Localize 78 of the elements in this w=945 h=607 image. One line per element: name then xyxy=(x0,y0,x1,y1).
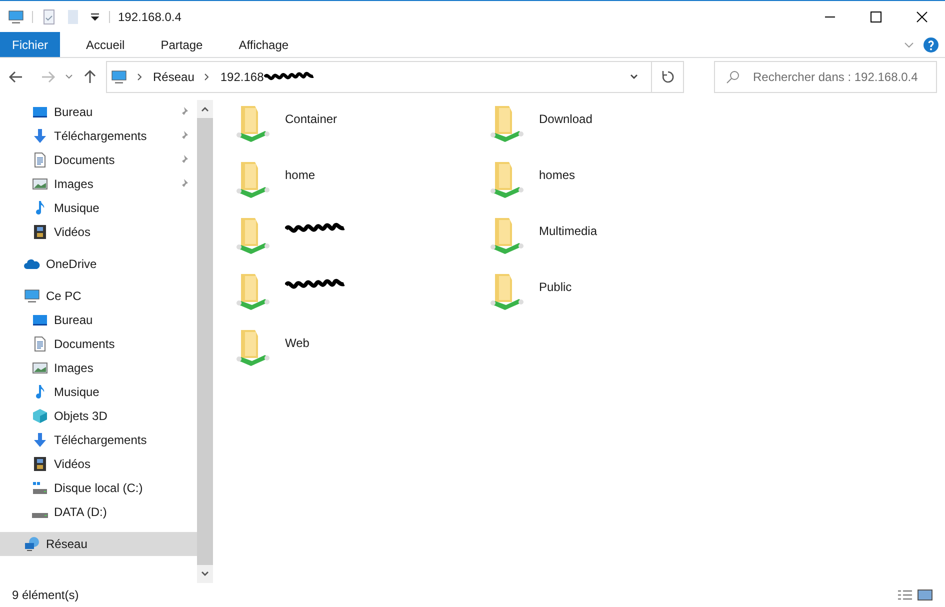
film-icon xyxy=(32,456,48,472)
folder-item[interactable]: homes xyxy=(489,160,743,216)
breadcrumb[interactable]: Réseau xyxy=(153,68,194,86)
folder-item[interactable]: Web xyxy=(235,328,489,384)
desktop-icon xyxy=(32,312,48,328)
help-icon[interactable] xyxy=(923,36,939,52)
monitor-icon xyxy=(111,69,127,85)
network-folder-icon xyxy=(235,328,271,368)
folder-name: Multimedia xyxy=(539,223,598,240)
dropdown-icon[interactable] xyxy=(89,10,101,22)
sidebar-item[interactable]: Documents xyxy=(0,332,197,356)
sidebar-item[interactable]: Vidéos xyxy=(0,452,197,476)
monitor-icon xyxy=(24,288,40,304)
film-icon xyxy=(32,224,48,240)
folder-name: home xyxy=(285,167,316,184)
refresh-icon[interactable] xyxy=(660,70,674,84)
drive-icon xyxy=(32,480,48,496)
image-icon xyxy=(32,360,48,376)
network-folder-icon xyxy=(235,272,271,312)
monitor-icon xyxy=(8,8,24,24)
sidebar-item[interactable]: Musique xyxy=(0,380,197,404)
network-folder-icon xyxy=(235,104,271,144)
ribbon-tab[interactable]: Accueil xyxy=(74,32,137,57)
folder-name: Web xyxy=(285,335,310,352)
ribbon-tab[interactable]: Partage xyxy=(148,32,215,57)
network-folder-icon xyxy=(235,160,271,200)
network-folder-icon xyxy=(489,272,525,312)
sidebar-item[interactable]: Images xyxy=(0,172,197,196)
folder-name: Public xyxy=(539,279,572,296)
maximize-icon[interactable] xyxy=(870,10,882,22)
sidebar-item[interactable]: OneDrive xyxy=(0,252,197,276)
folder-item[interactable]: Download xyxy=(489,104,743,160)
folder-name: Container xyxy=(285,111,338,128)
sidebar-item[interactable]: Bureau xyxy=(0,100,197,124)
sidebar-item[interactable]: Ce PC xyxy=(0,284,197,308)
drive-icon xyxy=(32,513,48,518)
ribbon-tab[interactable]: Affichage xyxy=(226,32,301,57)
down-arrow-icon xyxy=(32,432,48,448)
close-icon[interactable] xyxy=(916,10,928,22)
sidebar-item[interactable]: Téléchargements xyxy=(0,124,197,148)
desktop-icon xyxy=(32,104,48,120)
sidebar-item[interactable]: Images xyxy=(0,356,197,380)
sidebar-item[interactable]: Documents xyxy=(0,148,197,172)
sidebar-item[interactable]: Vidéos xyxy=(0,220,197,244)
address-bar[interactable]: Réseau 192.168 xyxy=(106,61,684,93)
sidebar-item[interactable]: Musique xyxy=(0,196,197,220)
scrollbar[interactable] xyxy=(197,100,213,583)
sidebar-item[interactable]: Réseau xyxy=(0,532,197,556)
folder-item[interactable]: home xyxy=(235,160,489,216)
document-icon xyxy=(32,152,48,168)
window-title: 192.168.0.4 xyxy=(118,8,182,26)
down-arrow-icon xyxy=(32,128,48,144)
network-folder-icon xyxy=(489,160,525,200)
large-icons-view-icon[interactable] xyxy=(917,587,933,603)
sidebar-item[interactable]: Téléchargements xyxy=(0,428,197,452)
folder-name: homes xyxy=(539,167,576,184)
folder-item[interactable]: Container xyxy=(235,104,489,160)
document-icon xyxy=(32,336,48,352)
breadcrumb[interactable]: 192.168 xyxy=(220,68,314,86)
sidebar-item[interactable]: Bureau xyxy=(0,308,197,332)
network-folder-icon xyxy=(489,104,525,144)
search-icon xyxy=(726,70,740,84)
search-field[interactable]: Rechercher dans : 192.168.0.4 xyxy=(714,61,937,93)
sidebar-item[interactable]: Objets 3D xyxy=(0,404,197,428)
folder-item[interactable]: Multimedia xyxy=(489,216,743,272)
folder-name: Download xyxy=(539,111,592,128)
up-arrow-icon[interactable] xyxy=(82,69,98,85)
item-count: 9 élément(s) xyxy=(12,587,79,604)
cube-icon xyxy=(32,408,48,424)
ribbon-tab[interactable]: Fichier xyxy=(0,32,60,57)
sidebar-item[interactable]: Disque local (C:) xyxy=(0,476,197,500)
image-icon xyxy=(32,176,48,192)
back-arrow-icon[interactable] xyxy=(8,69,24,85)
sidebar-item[interactable]: DATA (D:) xyxy=(0,500,197,524)
folder-item[interactable]: Public xyxy=(489,272,743,328)
network-icon xyxy=(24,536,40,552)
network-folder-icon xyxy=(235,216,271,256)
network-folder-icon xyxy=(489,216,525,256)
